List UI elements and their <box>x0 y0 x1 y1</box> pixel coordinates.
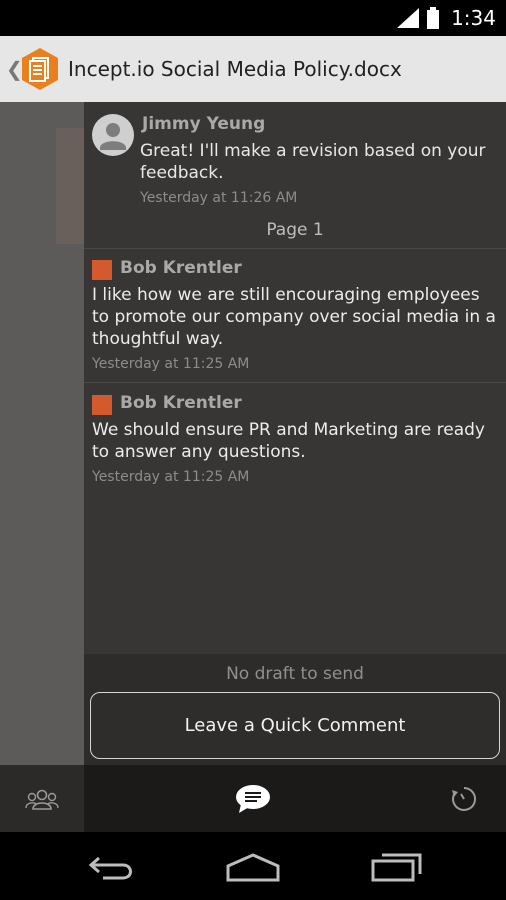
reply-time: Yesterday at 11:26 AM <box>140 190 298 206</box>
nav-recents-button[interactable] <box>366 850 426 884</box>
signal-icon <box>397 8 420 28</box>
up-chevron-icon[interactable]: ❮ <box>6 57 23 81</box>
home-icon <box>226 853 280 882</box>
battery-icon <box>427 7 440 29</box>
author-color-badge <box>92 395 112 415</box>
tab-people[interactable] <box>0 765 84 832</box>
recents-icon <box>371 853 422 882</box>
status-time: 1:34 <box>451 6 496 30</box>
history-icon <box>452 786 476 811</box>
comment-time: Yesterday at 11:25 AM <box>92 356 250 372</box>
nav-back-button[interactable] <box>84 850 140 884</box>
comment-item[interactable]: Bob Krentler We should ensure PR and Mar… <box>84 383 506 495</box>
document-title: Incept.io Social Media Policy.docx <box>68 57 402 81</box>
nav-bar <box>0 832 506 900</box>
tab-history[interactable] <box>422 765 506 832</box>
reply-author: Jimmy Yeung <box>142 114 266 134</box>
comment-text: I like how we are still encouraging empl… <box>92 285 496 349</box>
draft-bar: No draft to send Leave a Quick Comment <box>84 654 506 765</box>
tab-bar <box>0 765 506 832</box>
reply-text: Great! I'll make a revision based on you… <box>140 141 486 183</box>
person-icon <box>100 123 126 150</box>
action-bar: ❮ Incept.io Social Media Policy.docx <box>0 36 506 102</box>
nav-home-button[interactable] <box>223 850 283 884</box>
comment-author: Bob Krentler <box>120 258 242 278</box>
quick-comment-button[interactable]: Leave a Quick Comment <box>90 692 500 759</box>
tab-comments[interactable] <box>211 765 295 832</box>
status-icons: 1:34 <box>397 6 496 30</box>
status-bar: 1:34 <box>0 0 506 36</box>
draft-status: No draft to send <box>226 664 364 684</box>
comments-icon <box>236 784 270 813</box>
document-preview-highlight <box>56 128 84 244</box>
comment-item[interactable]: Bob Krentler I like how we are still enc… <box>84 248 506 382</box>
reply-item: Jimmy Yeung Great! I'll make a revision … <box>84 102 506 220</box>
comment-text: We should ensure PR and Marketing are re… <box>92 420 485 462</box>
page-label: Page 1 <box>266 220 324 240</box>
people-icon <box>25 789 59 810</box>
comment-author: Bob Krentler <box>120 393 242 413</box>
app-logo-icon[interactable] <box>20 47 60 91</box>
author-color-badge <box>92 260 112 280</box>
comments-panel: Jimmy Yeung Great! I'll make a revision … <box>84 102 506 765</box>
back-icon <box>88 856 132 880</box>
avatar <box>92 114 134 156</box>
comment-time: Yesterday at 11:25 AM <box>92 469 250 485</box>
